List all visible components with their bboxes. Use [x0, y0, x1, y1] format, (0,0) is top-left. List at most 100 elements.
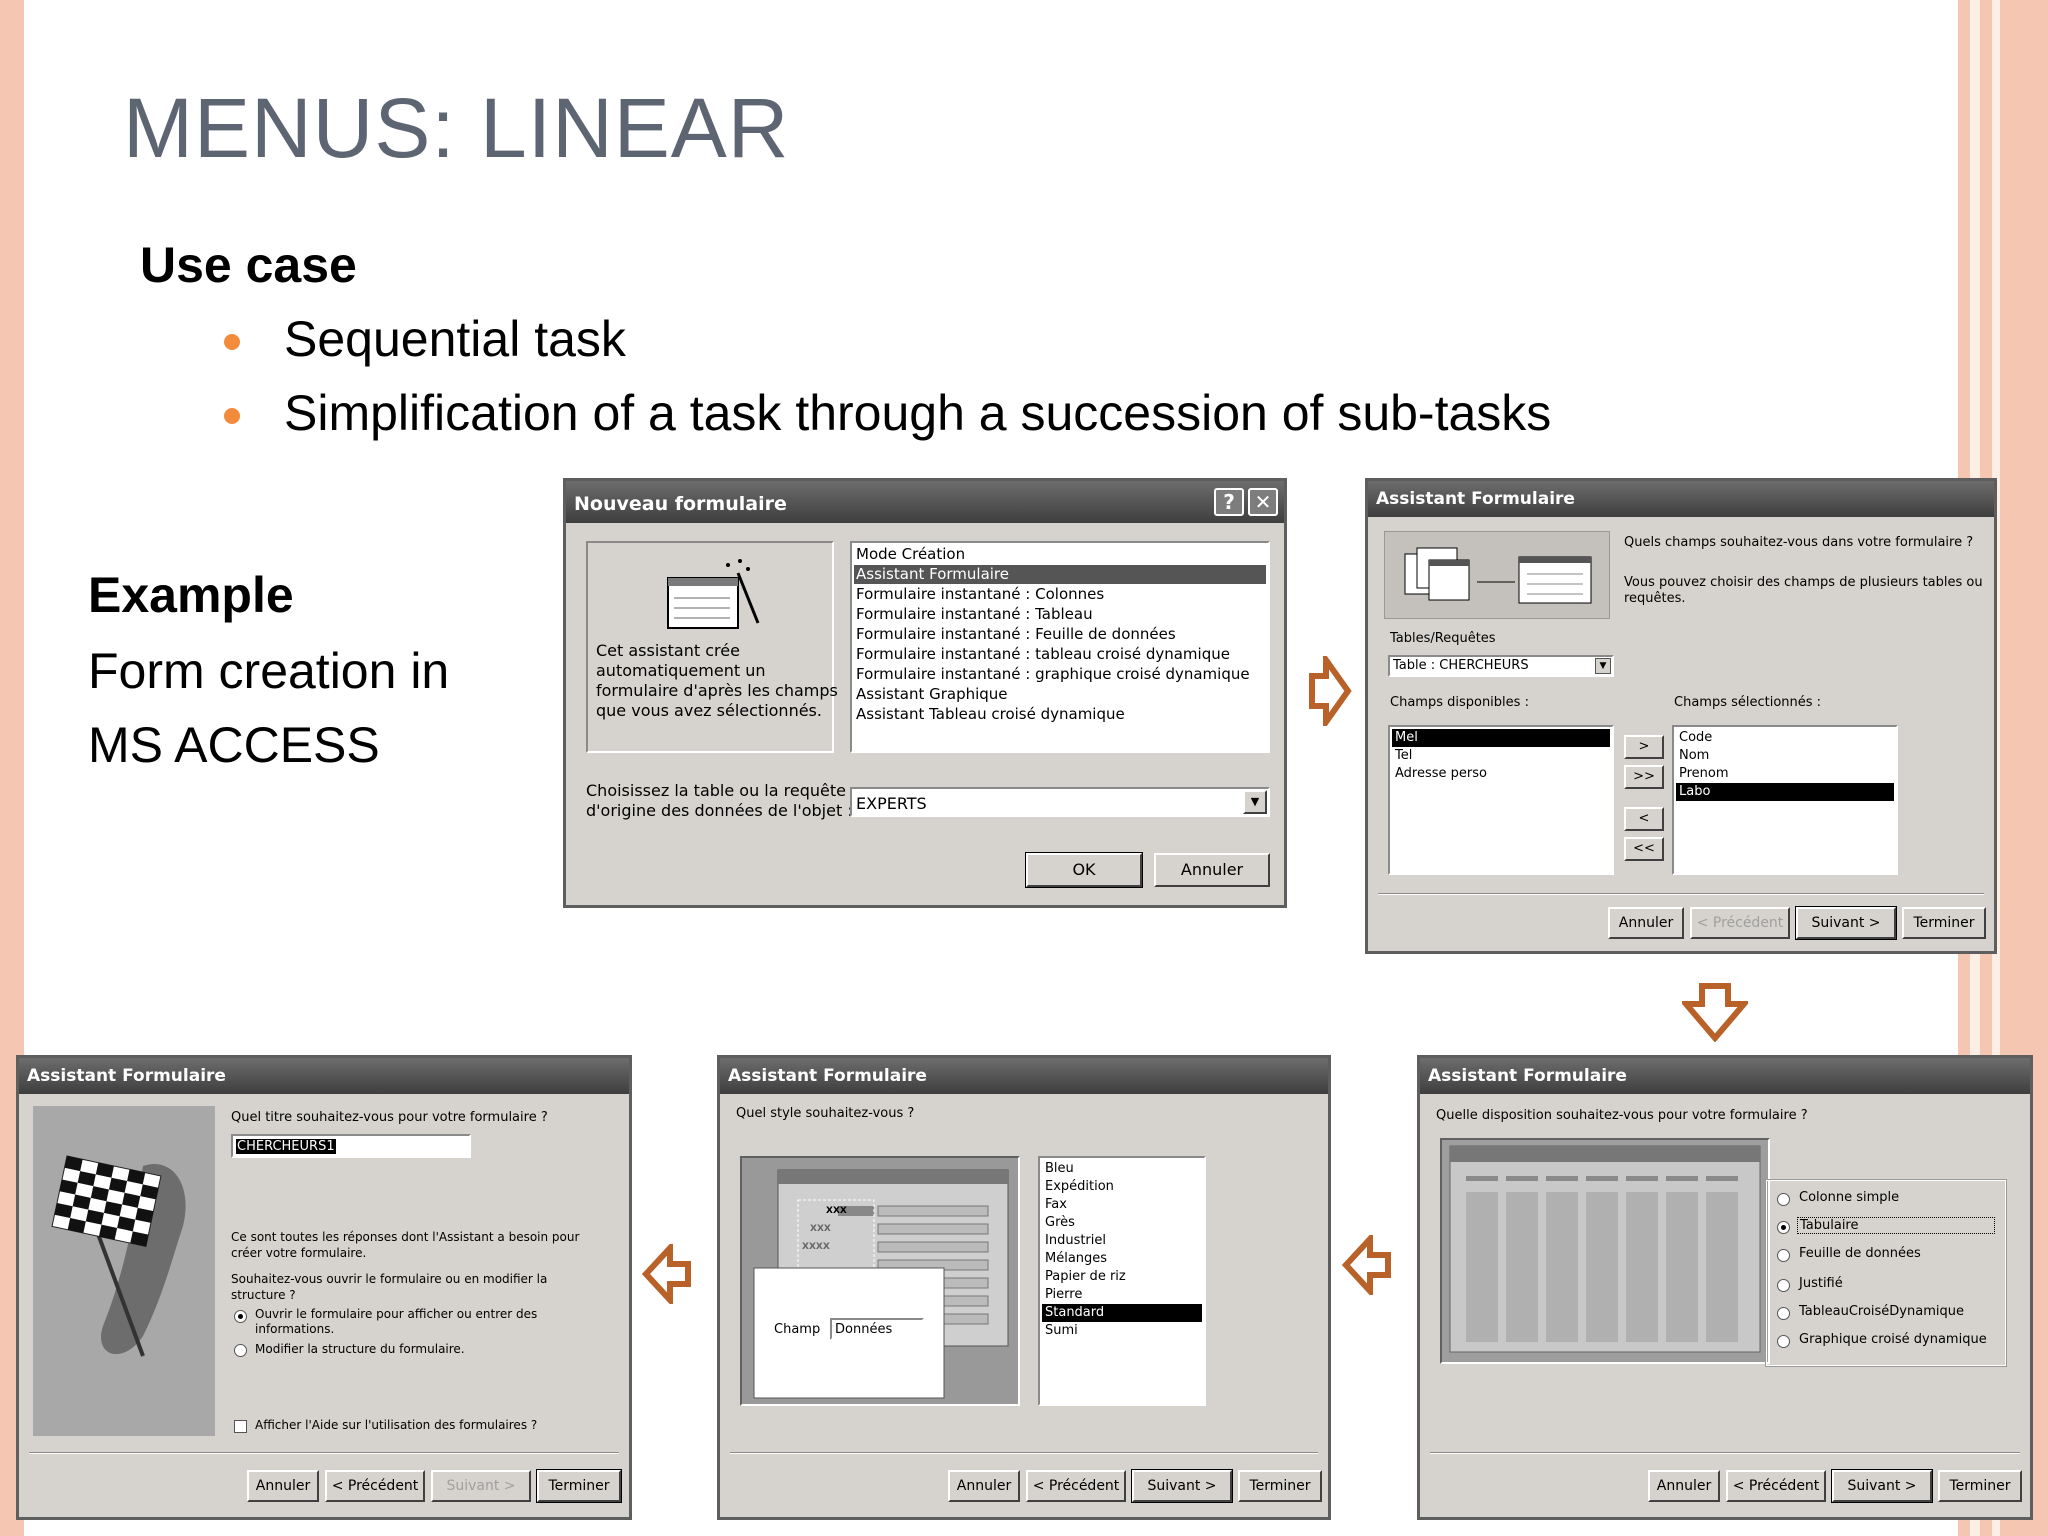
layout-option-label[interactable]: Tabulaire: [1797, 1217, 1995, 1234]
dialog-titlebar: Nouveau formulaire: [566, 481, 1284, 523]
layout-option-label[interactable]: Feuille de données: [1799, 1246, 1921, 1261]
finish-button[interactable]: Terminer: [1902, 907, 1986, 939]
wizard-question: Quels champs souhaitez-vous dans votre f…: [1624, 535, 1974, 550]
source-select-value: EXPERTS: [856, 794, 927, 813]
list-item[interactable]: Grès: [1042, 1214, 1202, 1232]
use-case-heading: Use case: [140, 237, 357, 293]
cancel-button[interactable]: Annuler: [247, 1470, 319, 1502]
remove-all-fields-button[interactable]: <<: [1624, 837, 1664, 861]
dialog-title: Assistant Formulaire: [27, 1066, 226, 1086]
list-item-selected[interactable]: Assistant Formulaire: [854, 565, 1266, 584]
style-list[interactable]: Bleu Expédition Fax Grès Industriel Méla…: [1038, 1156, 1206, 1406]
dropdown-arrow-icon[interactable]: ▼: [1595, 658, 1611, 674]
cancel-button[interactable]: Annuler: [948, 1470, 1020, 1502]
list-item[interactable]: Formulaire instantané : Tableau: [854, 605, 1266, 624]
remove-field-button[interactable]: <: [1624, 807, 1664, 831]
list-item[interactable]: Formulaire instantané : Feuille de donné…: [854, 625, 1266, 644]
option-open-label[interactable]: Ouvrir le formulaire pour afficher ou en…: [255, 1307, 537, 1321]
list-item[interactable]: Expédition: [1042, 1178, 1202, 1196]
arrow-left-icon: [1342, 1235, 1391, 1295]
layout-option-label[interactable]: Justifié: [1799, 1276, 1843, 1291]
wizard-hint-line: requêtes.: [1624, 591, 1686, 606]
open-question-line: Souhaitez-vous ouvrir le formulaire ou e…: [231, 1272, 548, 1286]
cancel-button[interactable]: Annuler: [1648, 1470, 1720, 1502]
next-button[interactable]: Suivant >: [1795, 906, 1897, 940]
list-item[interactable]: Assistant Tableau croisé dynamique: [854, 705, 1266, 724]
option-open-label[interactable]: informations.: [255, 1322, 334, 1336]
bullet-text: Sequential task: [284, 311, 626, 367]
finish-button[interactable]: Terminer: [1238, 1470, 1322, 1502]
list-item[interactable]: Formulaire instantané : Colonnes: [854, 585, 1266, 604]
wizard-description-panel: Cet assistant crée automatiquement un fo…: [586, 541, 838, 753]
table-select[interactable]: Table : CHERCHEURS ▼: [1388, 655, 1614, 677]
source-label-line: d'origine des données de l'objet :: [586, 801, 853, 820]
radio-layout-option-selected[interactable]: [1777, 1221, 1790, 1234]
tables-to-form-icon: [1404, 547, 1592, 604]
layout-option-label[interactable]: Colonne simple: [1799, 1190, 1899, 1205]
list-item[interactable]: Bleu: [1042, 1160, 1202, 1178]
list-item[interactable]: Pierre: [1042, 1286, 1202, 1304]
list-item[interactable]: Papier de riz: [1042, 1268, 1202, 1286]
divider: [29, 1452, 619, 1454]
help-checkbox-label[interactable]: Afficher l'Aide sur l'utilisation des fo…: [255, 1418, 537, 1432]
previous-button[interactable]: < Précédent: [325, 1470, 425, 1502]
radio-modify-form[interactable]: [234, 1344, 247, 1357]
wizard-layout-dialog: Assistant Formulaire Quelle disposition …: [1417, 1055, 2033, 1520]
tables-label: Tables/Requêtes: [1390, 631, 1496, 646]
previous-button[interactable]: < Précédent: [1026, 1470, 1126, 1502]
list-item[interactable]: Industriel: [1042, 1232, 1202, 1250]
list-item[interactable]: Adresse perso: [1392, 765, 1610, 783]
list-item[interactable]: Sumi: [1042, 1322, 1202, 1340]
list-item-selected[interactable]: Standard: [1042, 1304, 1202, 1322]
form-type-list[interactable]: Mode Création Assistant Formulaire Formu…: [850, 541, 1270, 753]
list-item[interactable]: Assistant Graphique: [854, 685, 1266, 704]
list-item[interactable]: Mélanges: [1042, 1250, 1202, 1268]
radio-layout-option[interactable]: [1777, 1193, 1790, 1206]
layout-option-label[interactable]: TableauCroiséDynamique: [1799, 1304, 1964, 1319]
list-item[interactable]: Formulaire instantané : tableau croisé d…: [854, 645, 1266, 664]
next-button[interactable]: Suivant >: [1131, 1469, 1233, 1503]
list-item[interactable]: Tel: [1392, 747, 1610, 765]
add-all-fields-button[interactable]: >>: [1624, 765, 1664, 789]
list-item[interactable]: Fax: [1042, 1196, 1202, 1214]
wizard-question: Quel titre souhaitez-vous pour votre for…: [231, 1110, 548, 1125]
close-button[interactable]: ✕: [1248, 488, 1278, 516]
option-modify-label[interactable]: Modifier la structure du formulaire.: [255, 1342, 465, 1356]
radio-layout-option[interactable]: [1777, 1279, 1790, 1292]
radio-layout-option[interactable]: [1777, 1307, 1790, 1320]
style-preview: XXX XXX XXXX Champ Données: [740, 1156, 1020, 1406]
source-select[interactable]: EXPERTS ▼: [850, 787, 1270, 817]
next-button[interactable]: Suivant >: [431, 1470, 531, 1502]
layout-option-label[interactable]: Graphique croisé dynamique: [1799, 1332, 1987, 1347]
finish-button[interactable]: Terminer: [1938, 1470, 2022, 1502]
list-item[interactable]: Nom: [1676, 747, 1894, 765]
help-checkbox[interactable]: [234, 1420, 247, 1433]
list-item[interactable]: Mode Création: [854, 545, 1266, 564]
add-field-button[interactable]: >: [1624, 735, 1664, 759]
previous-button[interactable]: < Précédent: [1690, 907, 1790, 939]
help-button[interactable]: ?: [1214, 488, 1244, 516]
radio-open-form-selected[interactable]: [234, 1310, 247, 1323]
list-item-selected[interactable]: Mel: [1392, 729, 1610, 747]
selected-fields-list[interactable]: Code Nom Prenom Labo: [1672, 725, 1898, 875]
cancel-button[interactable]: Annuler: [1154, 853, 1270, 887]
dropdown-arrow-icon[interactable]: ▼: [1243, 790, 1267, 814]
list-item[interactable]: Code: [1676, 729, 1894, 747]
cancel-button[interactable]: Annuler: [1608, 907, 1684, 939]
previous-button[interactable]: < Précédent: [1726, 1470, 1826, 1502]
dialog-title: Assistant Formulaire: [728, 1066, 927, 1086]
list-item-selected[interactable]: Labo: [1676, 783, 1894, 801]
form-title-input[interactable]: CHERCHEURS1: [231, 1134, 471, 1158]
slide-title: MENUS: LINEAR: [123, 81, 790, 175]
list-item[interactable]: Prenom: [1676, 765, 1894, 783]
finish-info-line: créer votre formulaire.: [231, 1246, 367, 1260]
next-button[interactable]: Suivant >: [1831, 1469, 1933, 1503]
radio-layout-option[interactable]: [1777, 1249, 1790, 1262]
finish-button[interactable]: Terminer: [536, 1469, 622, 1503]
radio-layout-option[interactable]: [1777, 1335, 1790, 1348]
bullet-text: Simplification of a task through a succe…: [284, 385, 1552, 441]
list-item[interactable]: Formulaire instantané : graphique croisé…: [854, 665, 1266, 684]
checkered-flag-icon: [51, 1155, 186, 1357]
available-fields-list[interactable]: Mel Tel Adresse perso: [1388, 725, 1614, 875]
ok-button[interactable]: OK: [1025, 852, 1143, 888]
